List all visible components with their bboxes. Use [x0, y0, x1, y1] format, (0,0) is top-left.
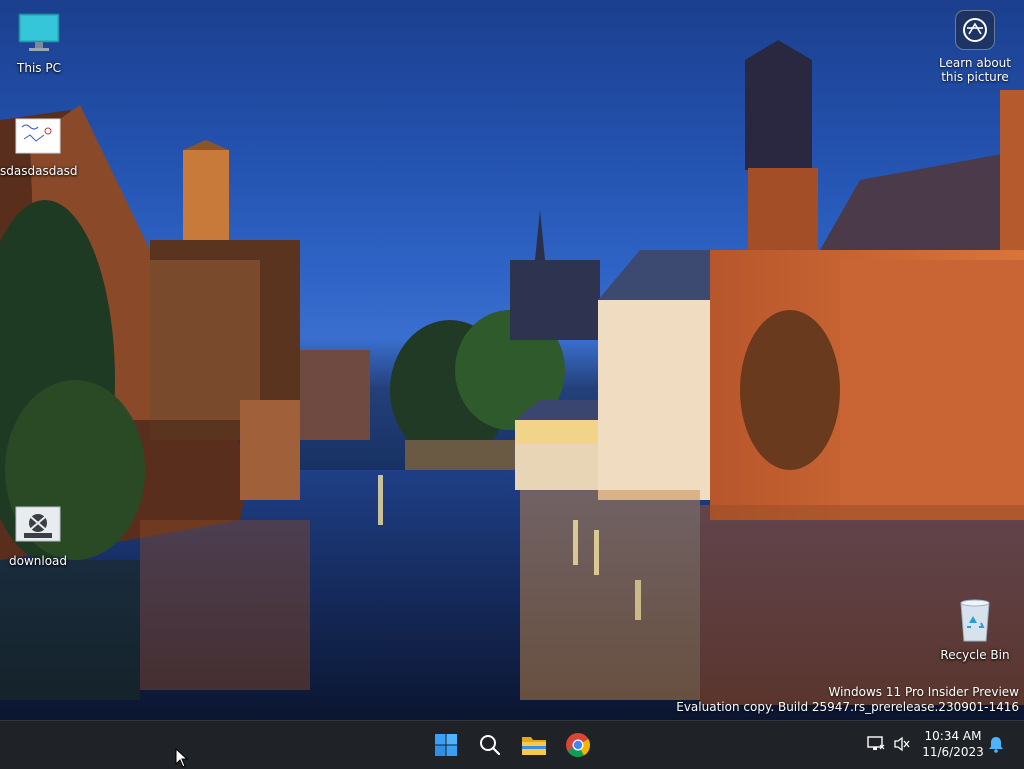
clock-time: 10:34 AM	[924, 729, 982, 743]
evaluation-watermark: Windows 11 Pro Insider Preview Evaluatio…	[676, 685, 1019, 715]
watermark-line1: Windows 11 Pro Insider Preview	[828, 685, 1019, 699]
learn-about-line2: this picture	[941, 70, 1009, 84]
search-button[interactable]	[470, 725, 510, 765]
clock-date: 11/6/2023	[922, 745, 984, 759]
file-explorer-button[interactable]	[514, 725, 554, 765]
folder-icon	[522, 737, 546, 755]
chrome-button[interactable]	[558, 725, 598, 765]
chrome-icon	[566, 733, 590, 758]
desktop-icon-label: This PC	[17, 61, 61, 75]
this-pc-icon	[15, 10, 63, 58]
bell-icon[interactable]	[986, 734, 1006, 754]
volume-muted-icon[interactable]	[892, 734, 912, 754]
learn-about-this-picture[interactable]: Learn about this picture	[934, 10, 1016, 84]
learn-about-line1: Learn about	[939, 56, 1011, 70]
watermark-line2: Evaluation copy. Build 25947.rs_prerelea…	[676, 700, 1019, 714]
desktop[interactable]: This PC sdasdasdasd download Recycle Bin…	[0, 0, 1024, 720]
desktop-icon-this-pc[interactable]: This PC	[1, 10, 77, 75]
desktop-icon-download[interactable]: download	[0, 503, 76, 568]
desktop-icon-recycle-bin[interactable]: Recycle Bin	[937, 597, 1013, 662]
clock[interactable]: 10:34 AM 11/6/2023	[918, 728, 988, 760]
start-button[interactable]	[426, 725, 466, 765]
windows-start-icon	[435, 734, 457, 756]
wallpaper	[0, 40, 1024, 720]
camera-lens-icon	[955, 10, 995, 50]
desktop-icon-sdasdasdasd[interactable]: sdasdasdasd	[0, 113, 78, 178]
image-file-icon	[14, 113, 62, 161]
desktop-icon-label: download	[8, 554, 68, 568]
taskbar: 10:34 AM 11/6/2023	[0, 720, 1024, 769]
desktop-icon-label: Recycle Bin	[940, 648, 1010, 662]
network-icon[interactable]	[866, 734, 886, 754]
image-file-icon	[14, 503, 62, 551]
desktop-icon-label: sdasdasdasd	[0, 164, 78, 178]
recycle-bin-icon	[951, 597, 999, 645]
mouse-cursor-icon	[175, 748, 189, 768]
search-icon	[480, 735, 501, 756]
